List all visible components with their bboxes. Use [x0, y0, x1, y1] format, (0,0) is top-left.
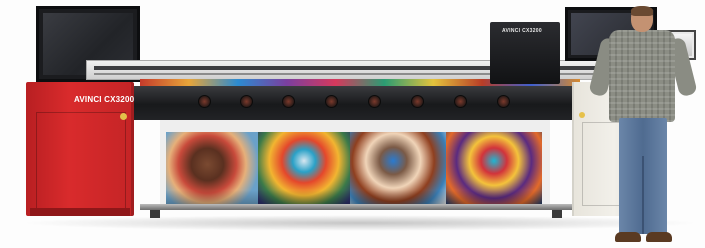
lamp-6 [411, 95, 424, 108]
lamp-3 [282, 95, 295, 108]
person-right-shoe [646, 232, 672, 242]
support-foot [552, 210, 562, 218]
person-leg-gap [642, 156, 644, 234]
right-door-knob [579, 112, 585, 118]
print-shadow [166, 190, 542, 204]
printer-left-door [36, 112, 126, 210]
lamp-4 [325, 95, 338, 108]
printer-left-base [30, 208, 130, 216]
lamp-8 [497, 95, 510, 108]
lamp-5 [368, 95, 381, 108]
person-shirt [609, 30, 675, 122]
printer-photo: AVINCI CX3200 AVINCI CX3200 [0, 0, 705, 248]
print-carriage: AVINCI CX3200 [490, 22, 560, 84]
person-left-shoe [615, 232, 641, 242]
media-roller [140, 204, 572, 210]
person-hair [631, 6, 653, 16]
door-knob [120, 113, 127, 120]
lamp-2 [240, 95, 253, 108]
support-foot [150, 210, 160, 218]
printer-logo: AVINCI CX3200 [74, 95, 135, 104]
operator-person [588, 6, 698, 246]
lamp-1 [198, 95, 211, 108]
carriage-logo: AVINCI CX3200 [502, 28, 542, 34]
lamp-7 [454, 95, 467, 108]
